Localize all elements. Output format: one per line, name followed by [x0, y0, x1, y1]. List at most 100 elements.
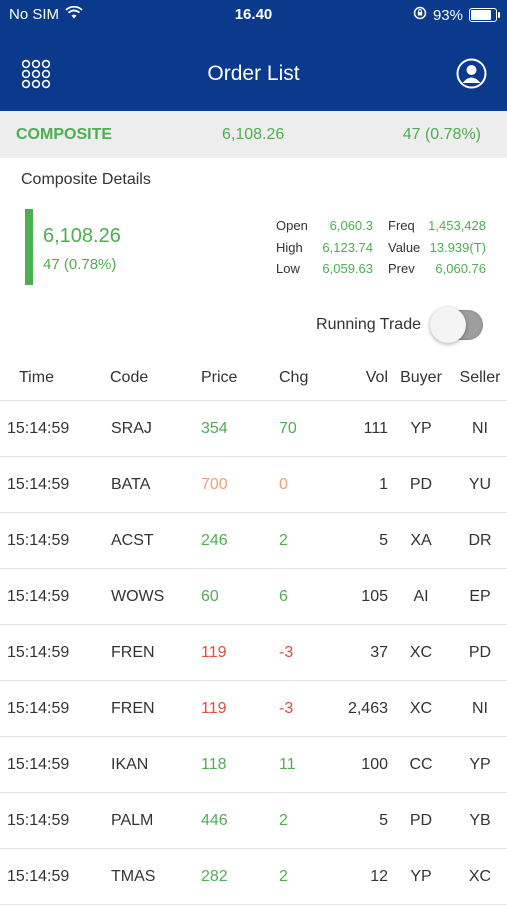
stat-value: 6,060.76	[435, 261, 486, 276]
cell-buyer: PD	[389, 792, 453, 849]
table-row[interactable]: 15:14:59 ACST 246 2 5 XA DR	[0, 512, 507, 569]
cell-buyer: YP	[389, 848, 453, 905]
stat-value: 1,453,428	[428, 218, 486, 233]
cell-chg: 6	[278, 568, 335, 625]
cell-buyer: XA	[389, 512, 453, 569]
app-header: No SIM 16.40 93% Order List	[0, 0, 507, 111]
cell-time: 15:14:59	[0, 680, 110, 737]
page-title: Order List	[207, 62, 300, 85]
composite-last-value: 6,108.26	[43, 225, 121, 247]
cell-seller: YB	[453, 792, 507, 849]
battery-percent: 93%	[432, 6, 463, 24]
user-icon	[456, 58, 487, 89]
cell-seller: EP	[453, 568, 507, 625]
stat-label: Low	[276, 261, 300, 276]
cell-chg: 0	[278, 456, 335, 513]
cell-chg: 2	[278, 792, 335, 849]
cell-time: 15:14:59	[0, 456, 110, 513]
cell-code: ACST	[110, 512, 200, 569]
cell-buyer: YP	[389, 400, 453, 457]
running-trade-label: Running Trade	[316, 316, 421, 333]
running-trade-toggle[interactable]	[430, 307, 483, 343]
running-trade-control: Running Trade	[316, 307, 483, 343]
table-row[interactable]: 15:14:59 SRAJ 354 70 111 YP NI	[0, 400, 507, 457]
cell-time: 15:14:59	[0, 736, 110, 793]
table-row[interactable]: 15:14:59 WOWS 60 6 105 AI EP	[0, 568, 507, 625]
cell-vol: 5	[335, 792, 389, 849]
cell-seller: NI	[453, 400, 507, 457]
stat-high: High 6,123.74	[276, 240, 373, 262]
cell-chg: -3	[278, 680, 335, 737]
cell-code: SRAJ	[110, 400, 200, 457]
cell-code: FREN	[110, 624, 200, 681]
table-header-row: Time Code Price Chg Vol Buyer Seller	[0, 356, 507, 401]
stat-low: Low 6,059.63	[276, 261, 373, 283]
cell-vol: 12	[335, 848, 389, 905]
cell-time: 15:14:59	[0, 568, 110, 625]
col-header-price: Price	[200, 356, 278, 401]
cell-price: 354	[200, 400, 278, 457]
cell-seller: XC	[453, 848, 507, 905]
cell-price: 119	[200, 680, 278, 737]
cell-chg: 2	[278, 512, 335, 569]
battery-icon	[469, 8, 500, 22]
cell-buyer: PD	[389, 456, 453, 513]
cell-buyer: XC	[389, 680, 453, 737]
cell-time: 15:14:59	[0, 848, 110, 905]
trend-indicator-bar	[25, 209, 33, 285]
cell-code: WOWS	[110, 568, 200, 625]
col-header-chg: Chg	[278, 356, 335, 401]
col-header-code: Code	[110, 356, 200, 401]
cell-price: 246	[200, 512, 278, 569]
cell-chg: 70	[278, 400, 335, 457]
cell-price: 282	[200, 848, 278, 905]
cell-time: 15:14:59	[0, 792, 110, 849]
stat-prev: Prev 6,060.76	[388, 261, 486, 283]
cell-chg: -3	[278, 624, 335, 681]
cell-seller: PD	[453, 624, 507, 681]
stat-value-traded: Value 13.939(T)	[388, 240, 486, 262]
cell-vol: 5	[335, 512, 389, 569]
col-header-vol: Vol	[335, 356, 389, 401]
composite-last-change: 47 (0.78%)	[43, 256, 117, 273]
cell-chg: 2	[278, 848, 335, 905]
stat-open: Open 6,060.3	[276, 218, 373, 240]
stat-value: 13.939(T)	[429, 239, 486, 255]
cell-price: 119	[200, 624, 278, 681]
cell-code: TMAS	[110, 848, 200, 905]
cell-time: 15:14:59	[0, 512, 110, 569]
composite-value: 6,108.26	[222, 125, 285, 143]
cell-seller: DR	[453, 512, 507, 569]
table-row[interactable]: 15:14:59 FREN 119 -3 2,463 XC NI	[0, 680, 507, 737]
col-header-buyer: Buyer	[389, 356, 453, 401]
cell-vol: 37	[335, 624, 389, 681]
status-bar: No SIM 16.40 93%	[0, 0, 507, 30]
cell-code: PALM	[110, 792, 200, 849]
profile-button[interactable]	[456, 58, 487, 89]
battery-level	[471, 10, 492, 20]
cell-seller: YP	[453, 736, 507, 793]
cell-vol: 1	[335, 456, 389, 513]
table-row[interactable]: 15:14:59 PALM 446 2 5 PD YB	[0, 792, 507, 849]
table-row[interactable]: 15:14:59 BATA 700 0 1 PD YU	[0, 456, 507, 513]
cell-vol: 111	[335, 400, 389, 457]
trades-body: 15:14:59 SRAJ 354 70 111 YP NI 15:14:59 BATA 700 0…	[0, 400, 507, 905]
table-row[interactable]: 15:14:59 FREN 119 -3 37 XC PD	[0, 624, 507, 681]
cell-code: IKAN	[110, 736, 200, 793]
cell-code: BATA	[110, 456, 200, 513]
rotation-lock-icon	[413, 6, 427, 24]
cell-code: FREN	[110, 680, 200, 737]
cell-chg: 11	[278, 736, 335, 793]
table-row[interactable]: 15:14:59 TMAS 282 2 12 YP XC	[0, 848, 507, 905]
details-heading: Composite Details	[21, 171, 151, 188]
cell-price: 60	[200, 568, 278, 625]
stat-label: Prev	[388, 261, 415, 276]
cell-vol: 100	[335, 736, 389, 793]
cell-time: 15:14:59	[0, 400, 110, 457]
table-row[interactable]: 15:14:59 IKAN 118 11 100 CC YP	[0, 736, 507, 793]
cell-vol: 105	[335, 568, 389, 625]
composite-summary-bar[interactable]: COMPOSITE 6,108.26 47 (0.78%)	[0, 111, 507, 158]
stats-left: Open 6,060.3 High 6,123.74 Low 6,059.63	[276, 218, 373, 283]
stat-label: Value	[388, 239, 421, 255]
cell-price: 118	[200, 736, 278, 793]
